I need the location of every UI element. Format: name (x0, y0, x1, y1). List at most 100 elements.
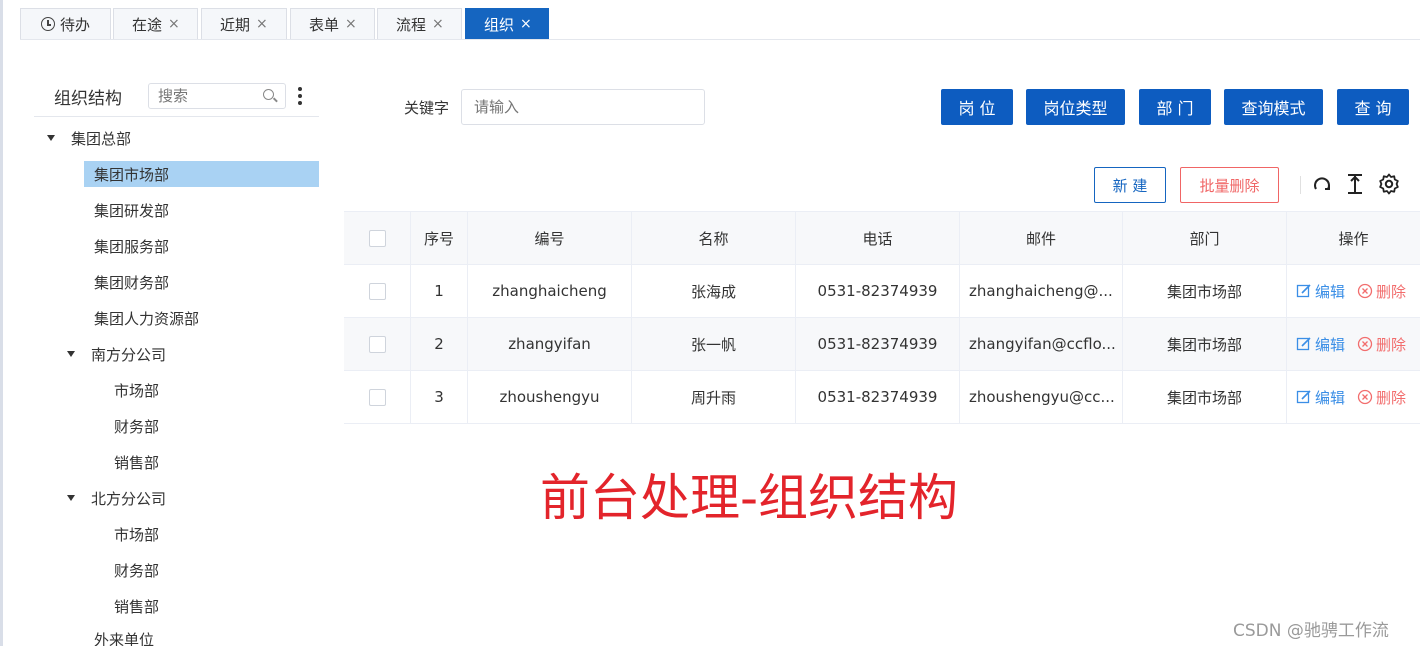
edit-icon (1296, 337, 1311, 351)
tab-label: 待办 (60, 15, 91, 34)
tree-node-south-sales[interactable]: 销售部 (114, 449, 159, 475)
sidebar-divider (34, 116, 319, 117)
tree-node-group-marketing[interactable]: 集团市场部 (84, 161, 319, 187)
tree-node-label: 销售部 (114, 597, 160, 616)
close-icon[interactable]: × (432, 16, 444, 32)
delete-link[interactable]: 删除 (1357, 281, 1406, 302)
select-all-checkbox[interactable] (368, 229, 386, 247)
tree-node-label: 市场部 (114, 381, 160, 400)
tree-node-south-finance[interactable]: 财务部 (114, 413, 159, 439)
circle-close-icon (1357, 389, 1373, 405)
delete-label: 删除 (1376, 282, 1407, 301)
tree-node-north-finance[interactable]: 财务部 (114, 557, 159, 583)
tree-node-label: 外来单位 (94, 631, 155, 646)
delete-link[interactable]: 删除 (1357, 387, 1406, 408)
close-icon[interactable]: × (345, 16, 357, 32)
row-checkbox-cell (344, 318, 411, 370)
tree-node-south-branch[interactable]: 南方分公司 (67, 341, 166, 367)
edit-icon (1296, 284, 1311, 298)
query-mode-button[interactable]: 查询模式 (1224, 89, 1323, 125)
cell-code: zhanghaicheng (468, 265, 632, 317)
column-height-icon[interactable] (1343, 172, 1367, 196)
overlay-caption: 前台处理-组织结构 (540, 469, 959, 527)
cell-email: zhanghaicheng@... (960, 265, 1123, 317)
table-row[interactable]: 1 zhanghaicheng 张海成 0531-82374939 zhangh… (344, 265, 1420, 318)
tree-node-external-unit[interactable]: 外来单位 (94, 629, 154, 646)
tree-node-group-service[interactable]: 集团服务部 (94, 233, 169, 259)
tree-node-label: 集团人力资源部 (94, 309, 200, 328)
tab-label: 表单 (309, 15, 340, 34)
left-rail (0, 0, 3, 646)
header-checkbox-cell (344, 212, 411, 264)
column-header: 邮件 (960, 212, 1123, 264)
tab-label: 组织 (484, 15, 515, 34)
cell-email: zhangyifan@ccflo... (960, 318, 1123, 370)
close-icon[interactable]: × (520, 16, 532, 32)
refresh-icon[interactable] (1310, 172, 1334, 196)
tree-node-group-rd[interactable]: 集团研发部 (94, 197, 169, 223)
table-row[interactable]: 3 zhoushengyu 周升雨 0531-82374939 zhoushen… (344, 371, 1420, 424)
caret-down-icon[interactable] (67, 351, 75, 357)
search-icon[interactable] (263, 89, 274, 100)
tree-node-north-branch[interactable]: 北方分公司 (67, 485, 166, 511)
tree-node-south-marketing[interactable]: 市场部 (114, 377, 159, 403)
more-vertical-icon[interactable] (298, 87, 302, 105)
tree-node-north-marketing[interactable]: 市场部 (114, 521, 159, 547)
caret-down-icon[interactable] (67, 495, 75, 501)
tab-recent[interactable]: 近期 × (201, 8, 287, 39)
tab-todo[interactable]: 待办 (20, 8, 111, 39)
row-checkbox[interactable] (368, 282, 386, 300)
tree-node-north-sales[interactable]: 销售部 (114, 593, 159, 619)
row-checkbox-cell (344, 371, 411, 423)
cell-index: 1 (411, 265, 468, 317)
tree-node-label: 集团服务部 (94, 237, 170, 256)
tree-node-group-hr[interactable]: 集团人力资源部 (94, 305, 199, 331)
edit-link[interactable]: 编辑 (1296, 387, 1345, 408)
edit-label: 编辑 (1315, 335, 1346, 354)
tree-node-group-hq[interactable]: 集团总部 (47, 125, 131, 151)
tab-forms[interactable]: 表单 × (290, 8, 375, 39)
batch-delete-button[interactable]: 批量删除 (1180, 167, 1279, 203)
row-checkbox[interactable] (368, 335, 386, 353)
table-header-row: 序号 编号 名称 电话 邮件 部门 操作 (344, 212, 1420, 265)
table-row[interactable]: 2 zhangyifan 张一帆 0531-82374939 zhangyifa… (344, 318, 1420, 371)
post-type-button[interactable]: 岗位类型 (1026, 89, 1125, 125)
edit-label: 编辑 (1315, 388, 1346, 407)
cell-email: zhoushengyu@cc... (960, 371, 1123, 423)
tree-node-label: 北方分公司 (91, 489, 167, 508)
delete-link[interactable]: 删除 (1357, 334, 1406, 355)
tree-node-label: 集团研发部 (94, 201, 170, 220)
column-header: 编号 (468, 212, 632, 264)
post-button[interactable]: 岗 位 (941, 89, 1013, 125)
tree-node-label: 集团市场部 (94, 165, 170, 184)
close-icon[interactable]: × (168, 16, 180, 32)
edit-link[interactable]: 编辑 (1296, 334, 1345, 355)
tree-node-label: 集团财务部 (94, 273, 170, 292)
tab-in-transit[interactable]: 在途 × (113, 8, 198, 39)
column-header: 序号 (411, 212, 468, 264)
edit-link[interactable]: 编辑 (1296, 281, 1345, 302)
gear-icon[interactable] (1377, 172, 1401, 196)
tab-label: 在途 (132, 15, 163, 34)
column-header: 名称 (632, 212, 796, 264)
tab-flows[interactable]: 流程 × (377, 8, 462, 39)
circle-close-icon (1357, 336, 1373, 352)
close-icon[interactable]: × (256, 16, 268, 32)
column-header: 操作 (1338, 229, 1369, 248)
cell-department: 集团市场部 (1123, 265, 1287, 317)
tree-node-group-finance[interactable]: 集团财务部 (94, 269, 169, 295)
watermark: CSDN @驰骋工作流 (1233, 621, 1389, 641)
query-button[interactable]: 查 询 (1337, 89, 1409, 125)
caret-down-icon[interactable] (47, 135, 55, 141)
tab-organization[interactable]: 组织 × (465, 8, 549, 39)
tree-node-label: 财务部 (114, 417, 160, 436)
new-button[interactable]: 新 建 (1094, 167, 1166, 203)
row-checkbox[interactable] (368, 388, 386, 406)
column-header: 部门 (1123, 212, 1287, 264)
cell-phone: 0531-82374939 (796, 371, 960, 423)
edit-label: 编辑 (1315, 282, 1346, 301)
department-button[interactable]: 部 门 (1139, 89, 1211, 125)
row-checkbox-cell (344, 265, 411, 317)
keyword-input[interactable] (461, 89, 705, 125)
tree-node-label: 财务部 (114, 561, 160, 580)
